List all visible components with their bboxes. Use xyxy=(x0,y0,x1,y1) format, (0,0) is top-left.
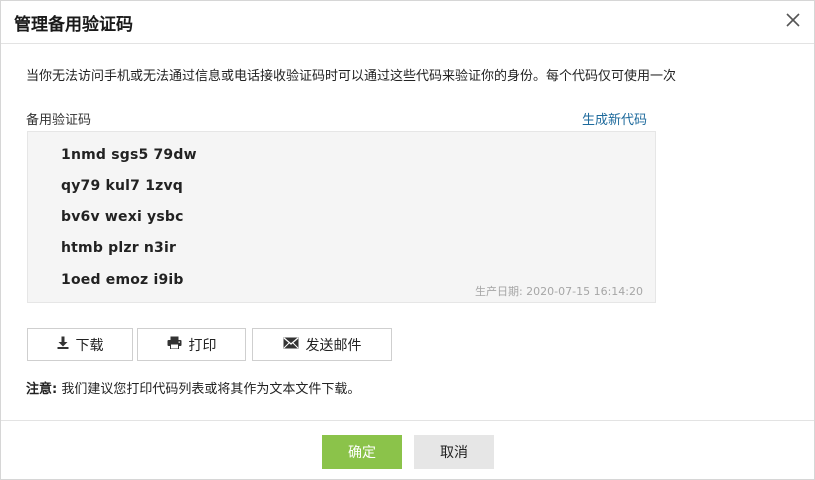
backup-codes-label: 备用验证码 xyxy=(26,113,92,128)
download-button[interactable]: 下载 xyxy=(27,328,133,361)
print-label: 打印 xyxy=(188,337,217,354)
backup-code: qy79 kul7 1zvq xyxy=(61,178,184,194)
printer-icon xyxy=(167,336,189,353)
backup-code: 1nmd sgs5 79dw xyxy=(61,147,197,163)
note-text: 注意: 我们建议您打印代码列表或将其作为文本文件下载。 xyxy=(26,378,360,397)
generate-new-codes-link[interactable]: 生成新代码 xyxy=(582,109,647,128)
note-prefix: 注意: xyxy=(26,382,58,397)
dialog-header: 管理备用验证码 xyxy=(1,1,814,44)
description-text: 当你无法访问手机或无法通过信息或电话接收验证码时可以通过这些代码来验证你的身份。… xyxy=(26,69,677,84)
backup-codes-box: 1nmd sgs5 79dw qy79 kul7 1zvq bv6v wexi … xyxy=(27,131,656,303)
dialog-title: 管理备用验证码 xyxy=(14,15,133,35)
print-button[interactable]: 打印 xyxy=(137,328,246,361)
backup-code: bv6v wexi ysbc xyxy=(61,209,184,225)
download-icon xyxy=(57,336,76,353)
confirm-button[interactable]: 确定 xyxy=(322,435,402,469)
backup-codes-dialog: 管理备用验证码 当你无法访问手机或无法通过信息或电话接收验证码时可以通过这些代码… xyxy=(0,0,815,480)
dialog-footer: 确定 取消 xyxy=(1,420,814,480)
send-email-button[interactable]: 发送邮件 xyxy=(252,328,392,361)
backup-code: htmb plzr n3ir xyxy=(61,240,177,256)
backup-code: 1oed emoz i9ib xyxy=(61,272,184,288)
note-body: 我们建议您打印代码列表或将其作为文本文件下载。 xyxy=(61,382,361,397)
envelope-icon xyxy=(283,337,306,353)
cancel-button[interactable]: 取消 xyxy=(414,435,494,469)
download-label: 下载 xyxy=(75,337,104,354)
close-icon[interactable] xyxy=(784,11,802,29)
send-email-label: 发送邮件 xyxy=(305,337,362,354)
generated-date: 生产日期: 2020-07-15 16:14:20 xyxy=(474,285,643,298)
